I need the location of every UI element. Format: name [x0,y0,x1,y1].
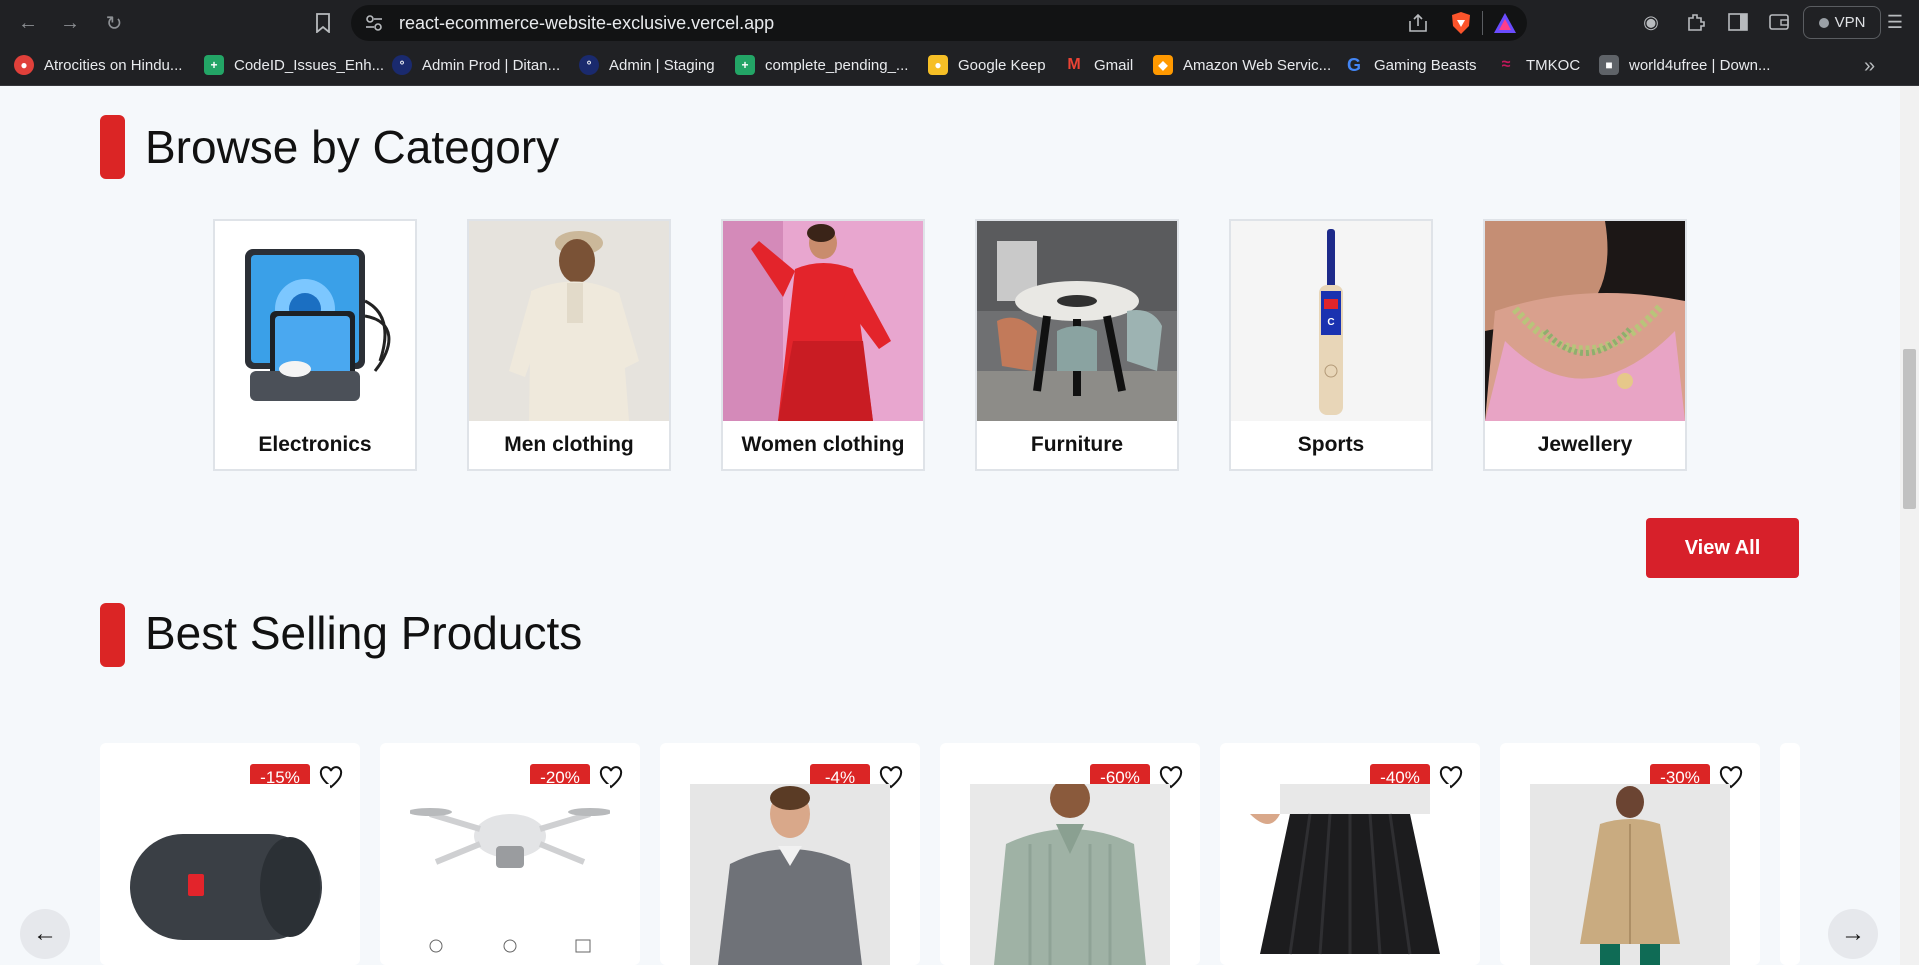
svg-text:C: C [1327,317,1334,328]
vpn-button[interactable]: VPN [1803,6,1881,39]
best-selling-title: Best Selling Products [145,607,583,659]
furniture-image [977,221,1177,421]
category-card-women-clothing[interactable]: Women clothing [721,219,925,471]
view-all-button[interactable]: View All [1646,518,1799,578]
more-bookmarks-icon[interactable]: » [1864,55,1875,78]
bookmark-item[interactable]: ≈ TMKOC [1496,55,1581,75]
product-card[interactable]: -4% [660,743,920,965]
sidebar-icon[interactable] [1725,9,1751,35]
url-text: react-ecommerce-website-exclusive.vercel… [399,12,775,33]
bookmark-label: CodeID_Issues_Enh... [234,56,385,74]
electronics-image [215,221,415,421]
category-card-electronics[interactable]: Electronics [213,219,417,471]
vpn-label: VPN [1834,14,1866,31]
toolbar-divider [1482,11,1483,35]
category-label: Jewellery [1537,433,1633,456]
carousel-next-icon[interactable]: → [1828,909,1878,959]
carousel-prev-icon[interactable]: ← [20,909,70,959]
sheets-icon: + [735,55,755,75]
skirt-image [1250,784,1450,965]
women-clothing-image [723,221,923,421]
menu-icon[interactable]: ☰ [1882,9,1908,35]
category-card-jewellery[interactable]: Jewellery [1483,219,1687,471]
site-favicon-icon: ■ [1599,55,1619,75]
reload-icon[interactable]: ↻ [100,9,128,37]
bookmarks-bar: ● Atrocities on Hindu... + CodeID_Issues… [0,45,1919,86]
product-card[interactable]: -15% [100,743,360,965]
category-label: Sports [1297,433,1365,456]
bookmark-label: Admin Prod | Ditan... [422,56,561,74]
men-clothing-image [469,221,669,421]
site-favicon-icon: ● [14,55,34,75]
bookmark-item[interactable]: M Gmail [1064,55,1133,75]
bookmark-item[interactable]: G Gaming Beasts [1344,55,1477,75]
drone-image [410,784,610,965]
trench-coat-image [1530,784,1730,965]
brave-shield-icon[interactable] [1450,11,1472,40]
product-card[interactable]: -40% [1220,743,1480,965]
sports-image: C [1231,221,1431,421]
bookmark-label: Google Keep [958,56,1046,74]
g-icon: G [1346,54,1361,75]
bookmark-label: Gaming Beasts [1374,56,1477,74]
product-card[interactable]: -60% [940,743,1200,965]
polo-shirt-image [970,784,1170,965]
category-label: Furniture [1030,433,1124,456]
bookmark-label: Admin | Staging [609,56,715,74]
jewellery-image [1485,221,1685,421]
page-scrollbar[interactable] [1900,86,1919,965]
product-card-partial[interactable] [1780,743,1800,965]
scrollbar-thumb[interactable] [1903,349,1916,509]
product-card[interactable]: -20% [380,743,640,965]
leo-ai-icon[interactable]: ◉ [1638,9,1664,35]
category-label: Electronics [258,433,372,456]
gmail-icon: M [1067,56,1081,73]
site-favicon-icon: ° [392,55,412,75]
aws-icon: ◆ [1153,55,1173,75]
bookmark-label: TMKOC [1526,56,1581,74]
wallet-icon[interactable] [1766,9,1792,35]
site-favicon-icon: ≈ [1501,56,1511,73]
product-card[interactable]: -30% [1500,743,1760,965]
forward-icon[interactable]: → [56,9,84,37]
extensions-icon[interactable] [1683,9,1709,35]
bookmark-item[interactable]: ● Atrocities on Hindu... [14,55,182,75]
category-card-men-clothing[interactable]: Men clothing [467,219,671,471]
category-label: Women clothing [741,433,905,456]
sweater-image [690,784,890,965]
address-bar[interactable]: react-ecommerce-website-exclusive.vercel… [351,5,1527,41]
bookmark-item[interactable]: ■ world4ufree | Down... [1599,55,1770,75]
bookmark-label: Atrocities on Hindu... [44,56,183,74]
back-icon[interactable]: ← [14,9,42,37]
sheets-icon: + [204,55,224,75]
bookmark-item[interactable]: ° Admin | Staging [579,55,715,75]
bookmark-item[interactable]: ° Admin Prod | Ditan... [392,55,560,75]
section-accent [100,603,125,667]
bookmark-label: Amazon Web Servic... [1183,56,1332,74]
bookmark-item[interactable]: + CodeID_Issues_Enh... [204,55,384,75]
bookmark-item[interactable]: + complete_pending_... [735,55,908,75]
bookmark-item[interactable]: ◆ Amazon Web Servic... [1153,55,1331,75]
section-accent [100,115,125,179]
category-card-furniture[interactable]: Furniture [975,219,1179,471]
bookmark-label: Gmail [1094,56,1134,74]
bookmark-label: complete_pending_... [765,56,909,74]
site-favicon-icon: ° [579,55,599,75]
browse-category-title: Browse by Category [145,121,560,173]
keep-icon: ● [928,55,948,75]
share-icon[interactable] [1407,13,1429,38]
site-settings-icon[interactable] [364,13,384,38]
speaker-image [130,784,330,965]
browser-toolbar: ← → ↻ react-ecommerce-website-exclusive.… [0,0,1919,45]
bookmark-label: world4ufree | Down... [1629,56,1771,74]
category-card-sports[interactable]: C Sports [1229,219,1433,471]
brave-rewards-icon[interactable] [1493,12,1517,39]
bookmark-icon[interactable] [309,9,337,37]
page-content: Browse by Category Electronics Men cloth… [0,86,1900,965]
category-label: Men clothing [504,433,634,456]
vpn-status-icon [1818,17,1829,28]
bookmark-item[interactable]: ● Google Keep [928,55,1046,75]
